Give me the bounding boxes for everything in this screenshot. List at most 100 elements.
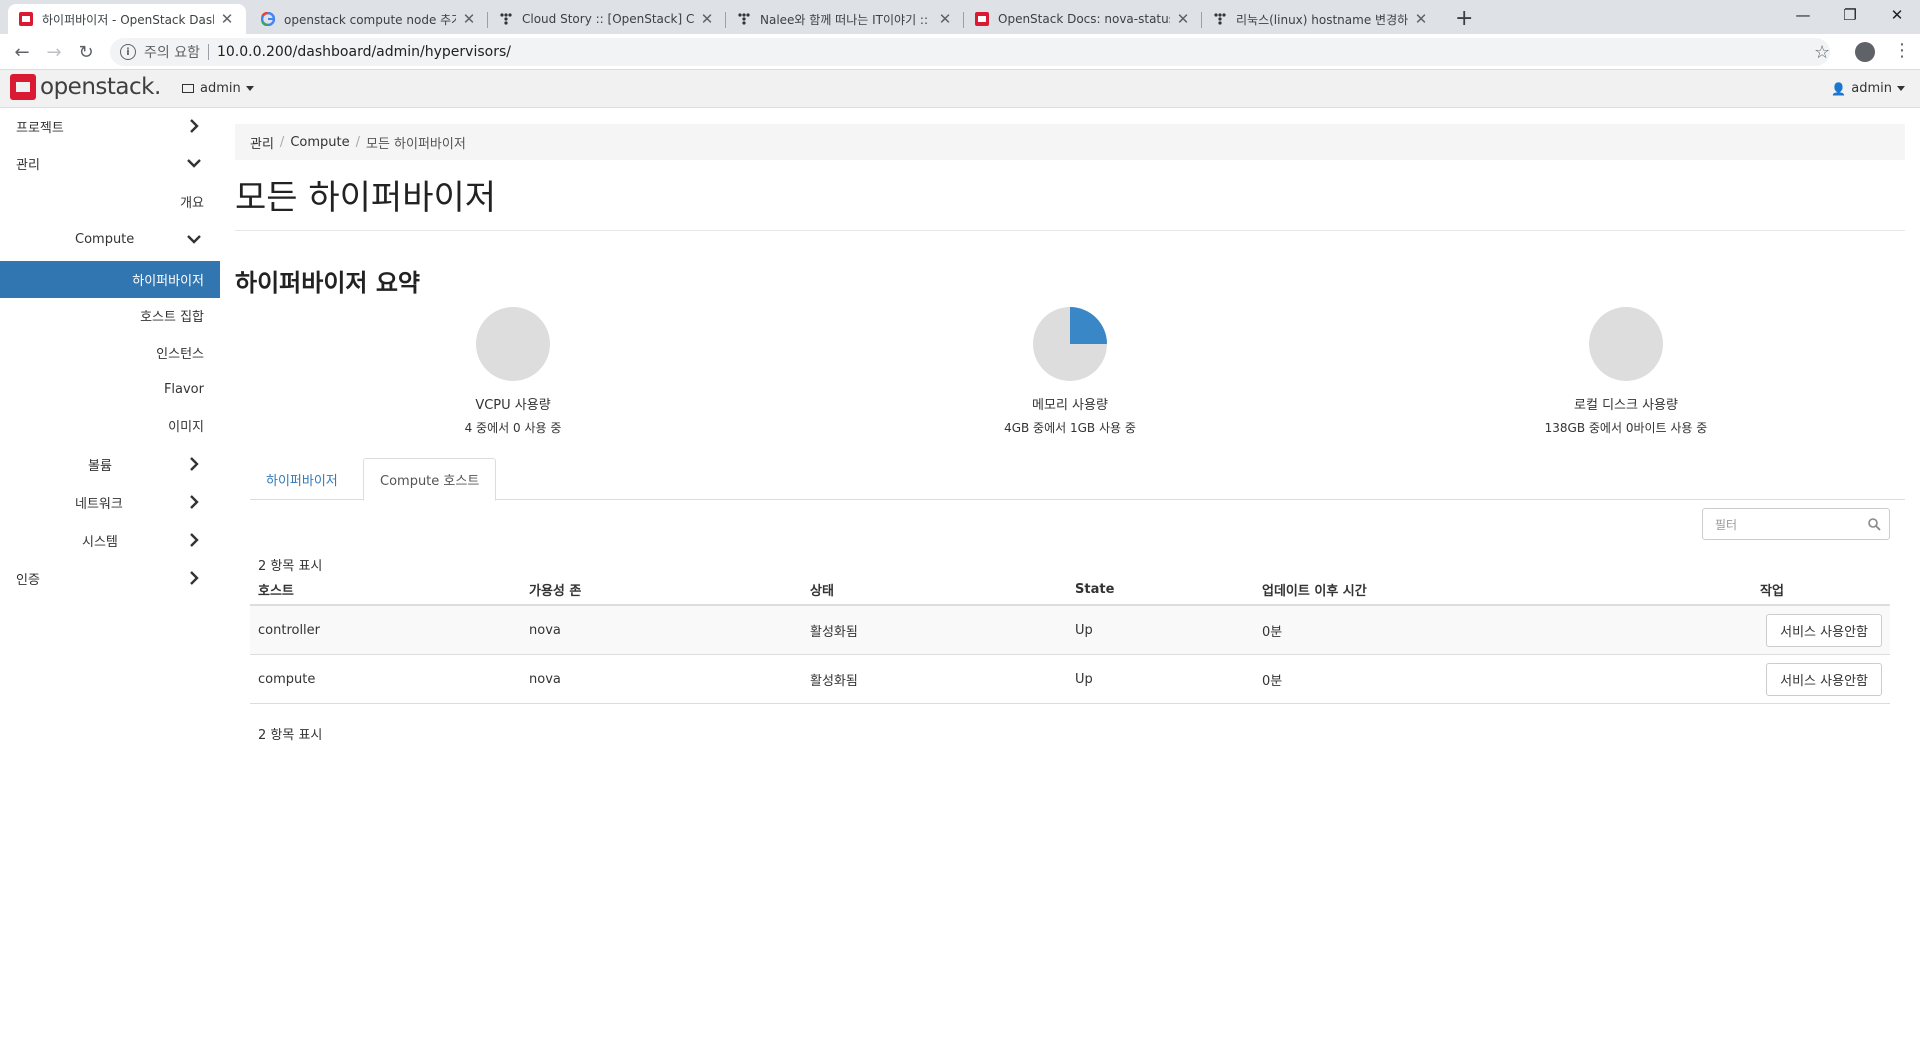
usage-pie bbox=[476, 307, 550, 381]
sidebar-item-overview[interactable]: 개요 bbox=[0, 183, 220, 220]
caret-down-icon bbox=[1897, 86, 1905, 91]
compute-hosts-table: 호스트 가용성 존 상태 State 업데이트 이후 시간 작업 control… bbox=[250, 574, 1890, 704]
minimize-icon[interactable]: — bbox=[1780, 0, 1826, 30]
back-arrow-icon[interactable]: ← bbox=[10, 40, 34, 64]
tistory-icon bbox=[1212, 11, 1228, 27]
table-row: controller nova 활성화됨 Up 0분 서비스 사용안함 bbox=[250, 606, 1890, 655]
security-warning-label: 주의 요함 bbox=[144, 45, 200, 61]
tab-title: 리눅스(linux) hostname 변경하는 bbox=[1236, 12, 1408, 27]
tab-compute-host[interactable]: Compute 호스트 bbox=[363, 458, 497, 501]
info-icon[interactable]: i bbox=[120, 44, 136, 60]
filter-input[interactable]: 필터 bbox=[1702, 508, 1890, 540]
forward-arrow-icon[interactable]: → bbox=[42, 40, 66, 64]
chart-detail: 138GB 중에서 0바이트 사용 중 bbox=[1544, 421, 1708, 435]
close-icon[interactable]: ✕ bbox=[1414, 10, 1428, 28]
column-header[interactable]: 상태 bbox=[810, 574, 834, 604]
new-tab-plus-icon[interactable]: + bbox=[1455, 6, 1473, 31]
table-row: compute nova 활성화됨 Up 0분 서비스 사용안함 bbox=[250, 655, 1890, 704]
status-cell: 활성화됨 bbox=[810, 673, 858, 689]
host-cell: compute bbox=[258, 671, 316, 687]
reload-icon[interactable]: ↻ bbox=[74, 40, 98, 64]
chevron-right-icon bbox=[190, 533, 199, 547]
openstack-logo[interactable]: openstack. bbox=[10, 74, 161, 100]
chart-label: 로컬 디스크 사용량 bbox=[1574, 398, 1678, 413]
usage-pie bbox=[1033, 307, 1107, 381]
breadcrumb-item[interactable]: 관리 bbox=[250, 133, 274, 152]
pie-free-slice bbox=[1589, 307, 1663, 381]
status-cell: 활성화됨 bbox=[810, 624, 858, 640]
browser-tab[interactable]: openstack compute node 추가 ✕ bbox=[250, 4, 488, 34]
disable-service-button[interactable]: 서비스 사용안함 bbox=[1766, 663, 1882, 696]
sidebar-item-system[interactable]: 시스템 bbox=[0, 522, 220, 559]
bookmark-star-icon[interactable]: ☆ bbox=[1814, 42, 1830, 63]
sidebar-item-label: 볼륨 bbox=[88, 459, 112, 474]
tab-title: Nalee와 함께 떠나는 IT이야기 :: bbox=[760, 12, 929, 27]
browser-tab[interactable]: 리눅스(linux) hostname 변경하는 ✕ bbox=[1202, 4, 1440, 34]
tab-title: 하이퍼바이저 - OpenStack Dash bbox=[42, 12, 214, 27]
chevron-down-icon bbox=[187, 235, 201, 244]
profile-avatar-icon[interactable] bbox=[1855, 42, 1875, 62]
tab-hypervisors[interactable]: 하이퍼바이저 bbox=[250, 458, 354, 500]
close-icon[interactable]: ✕ bbox=[700, 10, 714, 28]
browser-tab[interactable]: Cloud Story :: [OpenStack] Com ✕ bbox=[488, 4, 726, 34]
usage-pie bbox=[1589, 307, 1663, 381]
browser-tab[interactable]: 하이퍼바이저 - OpenStack Dash ✕ bbox=[8, 4, 246, 34]
column-header[interactable]: State bbox=[1075, 574, 1114, 604]
sidebar-item-label: 시스템 bbox=[82, 535, 118, 550]
state-cell: Up bbox=[1075, 622, 1093, 638]
sidebar-item-label: 프로젝트 bbox=[16, 121, 64, 136]
sidebar-item-instances[interactable]: 인스턴스 bbox=[0, 334, 220, 371]
tistory-icon bbox=[736, 11, 752, 27]
browser-tab[interactable]: Nalee와 함께 떠나는 IT이야기 :: ✕ bbox=[726, 4, 964, 34]
column-header[interactable]: 가용성 존 bbox=[529, 574, 581, 604]
url-text[interactable]: 10.0.0.200/dashboard/admin/hypervisors/ bbox=[217, 44, 511, 60]
project-selector[interactable]: admin bbox=[182, 81, 254, 96]
window-close-icon[interactable]: ✕ bbox=[1874, 0, 1920, 30]
column-header[interactable]: 업데이트 이후 시간 bbox=[1262, 574, 1367, 604]
sidebar-item-host-aggregates[interactable]: 호스트 집합 bbox=[0, 297, 220, 334]
sidebar-item-identity[interactable]: 인증 bbox=[0, 560, 220, 597]
memory-usage-chart: 메모리 사용량 4GB 중에서 1GB 사용 중 bbox=[920, 306, 1220, 436]
page-title: 모든 하이퍼바이저 bbox=[235, 178, 497, 218]
updated-cell: 0분 bbox=[1262, 673, 1283, 689]
close-icon[interactable]: ✕ bbox=[1176, 10, 1190, 28]
zone-cell: nova bbox=[529, 622, 561, 638]
sidebar-item-volumes[interactable]: 볼륨 bbox=[0, 446, 220, 483]
sidebar-item-label: 인증 bbox=[16, 573, 40, 588]
chart-label: 메모리 사용량 bbox=[1032, 398, 1108, 413]
divider bbox=[235, 230, 1905, 231]
breadcrumb-item[interactable]: Compute bbox=[290, 135, 349, 150]
browser-tab[interactable]: OpenStack Docs: nova-status ✕ bbox=[964, 4, 1202, 34]
user-name: admin bbox=[1851, 81, 1892, 96]
chevron-right-icon bbox=[190, 119, 199, 133]
sidebar-item-flavors[interactable]: Flavor bbox=[0, 371, 220, 408]
sidebar-item-label: 관리 bbox=[16, 158, 40, 173]
sidebar-item-label: 개요 bbox=[180, 196, 204, 211]
chevron-down-icon bbox=[187, 159, 201, 168]
tab-title: OpenStack Docs: nova-status bbox=[998, 12, 1170, 26]
close-icon[interactable]: ✕ bbox=[220, 10, 234, 28]
sidebar-item-hypervisors[interactable]: 하이퍼바이저 bbox=[0, 261, 220, 298]
sidebar-nav: 프로젝트 관리 개요 Compute 하이퍼바이저 호스트 집합 인스턴스 Fl… bbox=[0, 108, 220, 1040]
restore-icon[interactable]: ❐ bbox=[1827, 0, 1873, 30]
sidebar-item-project[interactable]: 프로젝트 bbox=[0, 108, 220, 145]
menu-kebab-icon[interactable]: ⋮ bbox=[1893, 40, 1911, 61]
column-header[interactable]: 호스트 bbox=[258, 574, 294, 604]
close-icon[interactable]: ✕ bbox=[938, 10, 952, 28]
sidebar-item-compute[interactable]: Compute bbox=[0, 221, 220, 258]
disable-service-button[interactable]: 서비스 사용안함 bbox=[1766, 614, 1882, 647]
breadcrumb-current: 모든 하이퍼바이저 bbox=[365, 136, 466, 152]
search-icon[interactable] bbox=[1867, 517, 1881, 531]
sidebar-item-admin[interactable]: 관리 bbox=[0, 145, 220, 182]
sidebar-item-label: 하이퍼바이저 bbox=[132, 274, 204, 289]
state-cell: Up bbox=[1075, 671, 1093, 687]
sidebar-item-label: 호스트 집합 bbox=[140, 310, 204, 325]
user-menu[interactable]: 👤 admin bbox=[1831, 81, 1905, 96]
sidebar-item-label: 네트워크 bbox=[75, 497, 123, 512]
sidebar-item-images[interactable]: 이미지 bbox=[0, 407, 220, 444]
updated-cell: 0분 bbox=[1262, 624, 1283, 640]
sidebar-item-network[interactable]: 네트워크 bbox=[0, 484, 220, 521]
sidebar-item-label: 인스턴스 bbox=[156, 347, 204, 362]
close-icon[interactable]: ✕ bbox=[462, 10, 476, 28]
omnibox[interactable]: i 주의 요함 10.0.0.200/dashboard/admin/hyper… bbox=[110, 38, 1830, 66]
